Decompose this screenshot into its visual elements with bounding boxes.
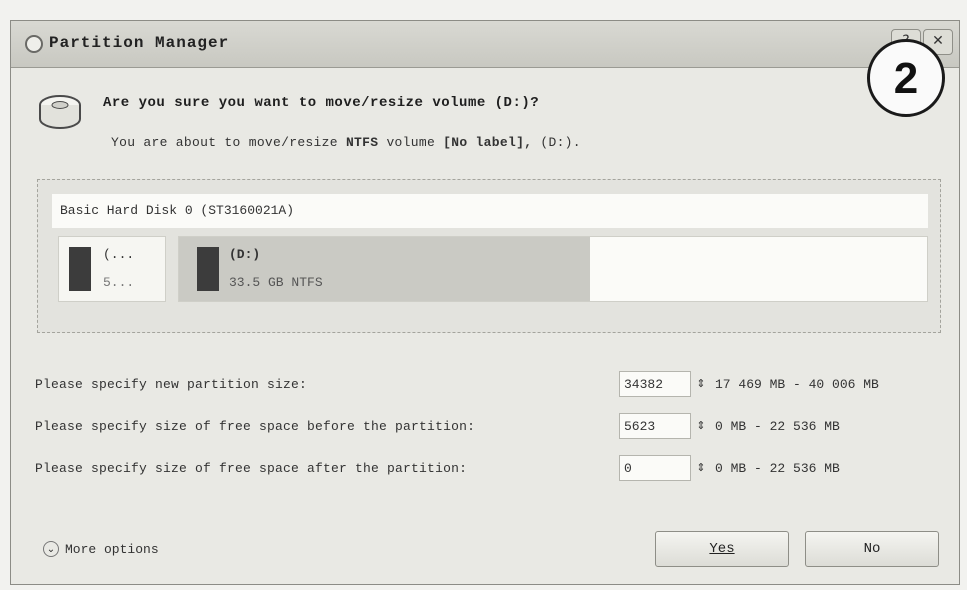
partition-name: (...: [103, 247, 135, 262]
confirmation-question: Are you sure you want to move/resize vol…: [103, 95, 540, 111]
disk-header: Basic Hard Disk 0 (ST3160021A): [52, 194, 928, 228]
chevron-down-circle-icon[interactable]: ⌄: [43, 541, 59, 557]
free-after-spinner-icon[interactable]: ⇕: [693, 455, 709, 481]
close-icon: ✕: [932, 33, 944, 49]
window-title: Partition Manager: [49, 34, 230, 52]
free-before-spinner-icon[interactable]: ⇕: [693, 413, 709, 439]
disk-map-panel: Basic Hard Disk 0 (ST3160021A) (... 5...…: [37, 179, 941, 333]
title-bar[interactable]: Partition Manager ? ✕: [11, 21, 959, 68]
step-number-badge: 2: [867, 39, 945, 117]
free-after-input[interactable]: [619, 455, 691, 481]
partition-manager-icon: [25, 35, 43, 53]
confirmation-detail: You are about to move/resize NTFS volume…: [111, 135, 581, 150]
yes-button[interactable]: Yes: [655, 531, 789, 567]
new-size-spinner-icon[interactable]: ⇕: [693, 371, 709, 397]
partition-size: 5...: [103, 275, 135, 290]
free-after-label: Please specify size of free space after …: [35, 461, 468, 476]
free-after-range: 0 MB - 22 536 MB: [715, 461, 840, 476]
free-before-input[interactable]: [619, 413, 691, 439]
free-before-range: 0 MB - 22 536 MB: [715, 419, 840, 434]
partition-color-marker: [69, 247, 91, 291]
partition-manager-dialog: Partition Manager ? ✕ 2 Are you sure you…: [10, 20, 960, 585]
partition-block-d[interactable]: (D:) 33.5 GB NTFS: [178, 236, 928, 302]
partition-block-small[interactable]: (... 5...: [58, 236, 166, 302]
partition-name: (D:): [229, 247, 261, 262]
more-options-link[interactable]: More options: [65, 542, 159, 557]
partition-color-marker: [197, 247, 219, 291]
new-size-input[interactable]: [619, 371, 691, 397]
free-before-label: Please specify size of free space before…: [35, 419, 476, 434]
no-button[interactable]: No: [805, 531, 939, 567]
partition-size: 33.5 GB NTFS: [229, 275, 323, 290]
new-size-label: Please specify new partition size:: [35, 377, 308, 392]
hard-disk-icon: [39, 95, 81, 129]
new-size-range: 17 469 MB - 40 006 MB: [715, 377, 879, 392]
